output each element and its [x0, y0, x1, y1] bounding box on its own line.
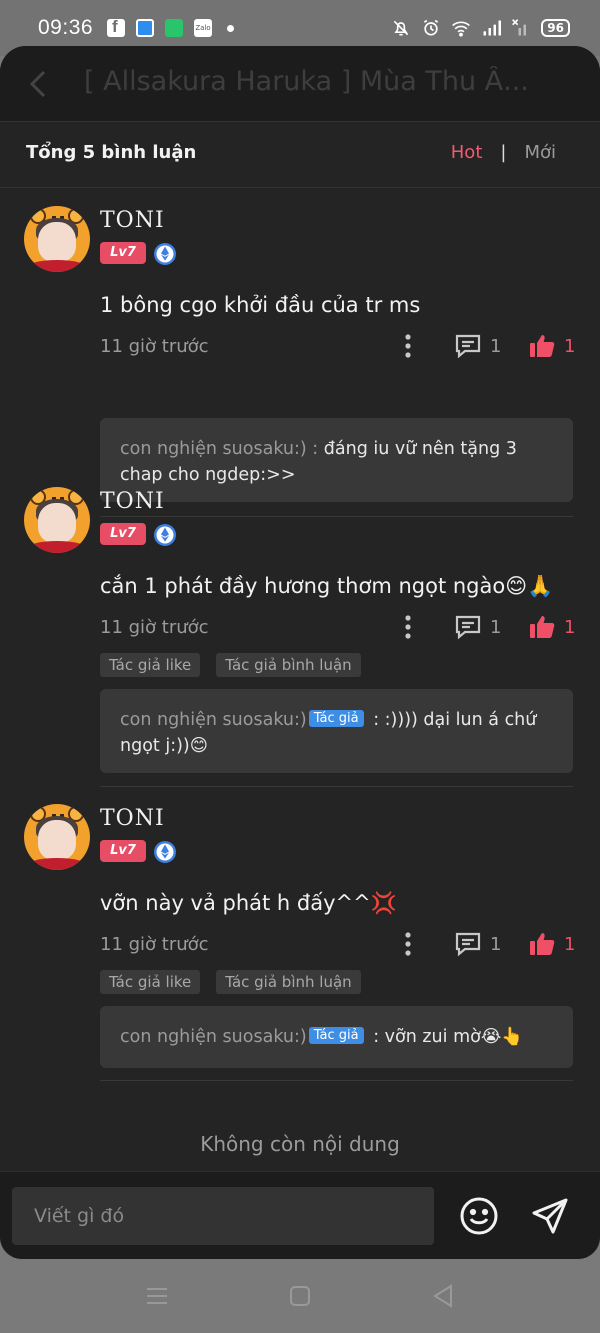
- thumbs-up-icon: [530, 616, 555, 638]
- username[interactable]: TONI: [100, 806, 165, 831]
- comment-tags: Tác giả like Tác giả bình luận: [100, 653, 361, 677]
- username[interactable]: TONI: [100, 489, 165, 514]
- reply-author: con nghiện suosaku:): [120, 710, 307, 730]
- facebook-icon: [107, 17, 125, 37]
- level-badge: Lv7: [100, 840, 146, 862]
- comment-input-bar: [0, 1171, 600, 1259]
- menu-icon[interactable]: [144, 1283, 170, 1309]
- reply-count: 1: [490, 616, 502, 638]
- comments-count-bar: Tổng 5 bình luận Hot | Mới: [0, 122, 600, 188]
- alarm-icon: [424, 19, 439, 36]
- home-icon[interactable]: [287, 1283, 313, 1309]
- author-commented-tag: Tác giả bình luận: [216, 970, 361, 994]
- comment-text: cắn 1 phát đầy hương thơm ngọt ngào😊🙏: [100, 574, 554, 598]
- sort-new-tab[interactable]: Mới: [524, 142, 556, 163]
- more-options-icon[interactable]: [396, 614, 420, 640]
- sort-tabs: Hot | Mới: [451, 142, 556, 163]
- comment-time: 11 giờ trước: [100, 336, 209, 357]
- author-liked-tag: Tác giả like: [100, 970, 201, 994]
- back-button[interactable]: [22, 66, 56, 102]
- avatar[interactable]: [24, 206, 90, 272]
- sort-hot-tab[interactable]: Hot: [451, 142, 483, 163]
- reply-author: con nghiện suosaku:): [120, 1027, 307, 1047]
- comment-item: TONI Lv7 1 bông cgo khởi đầu của tr ms 1…: [0, 206, 600, 517]
- avatar[interactable]: [24, 804, 90, 870]
- reply-count: 1: [490, 933, 502, 955]
- username[interactable]: TONI: [100, 208, 165, 233]
- level-badge: Lv7: [100, 523, 146, 545]
- comment-time: 11 giờ trước: [100, 617, 209, 638]
- author-liked-tag: Tác giả like: [100, 653, 201, 677]
- like-count: 1: [564, 616, 576, 638]
- comment-divider: [100, 1080, 573, 1081]
- wifi-icon: [452, 21, 471, 37]
- ethereum-badge-icon: [154, 841, 176, 863]
- avatar[interactable]: [24, 487, 90, 553]
- comment-input[interactable]: [12, 1187, 434, 1245]
- reply-button[interactable]: 1: [454, 332, 501, 360]
- like-count: 1: [564, 933, 576, 955]
- bell-off-icon: [394, 20, 409, 36]
- reply-button[interactable]: 1: [454, 930, 501, 958]
- comment-text: 1 bông cgo khởi đầu của tr ms: [100, 293, 421, 317]
- comment-divider: [100, 786, 573, 787]
- thumbs-up-icon: [530, 933, 555, 955]
- top-bar: [ Allsakura Haruka ] Mùa Thu Ấ...: [0, 46, 600, 122]
- send-icon[interactable]: [530, 1196, 570, 1236]
- zalo-icon: Zalo: [194, 19, 212, 37]
- reply-button[interactable]: 1: [454, 613, 501, 641]
- like-button[interactable]: 1: [528, 930, 575, 958]
- sort-separator: |: [500, 142, 507, 163]
- comment-tags: Tác giả like Tác giả bình luận: [100, 970, 361, 994]
- reply-preview[interactable]: con nghiện suosaku:) Tác giả : vỡn zui mờ…: [100, 1006, 573, 1068]
- author-tag: Tác giả: [308, 710, 364, 727]
- battery-icon: 96: [541, 19, 570, 37]
- reply-count: 1: [490, 335, 502, 357]
- ethereum-badge-icon: [154, 243, 176, 265]
- comments-total: Tổng 5 bình luận: [26, 142, 197, 163]
- thumbs-up-icon: [530, 335, 555, 357]
- signal-x-icon: [512, 19, 527, 36]
- notification-dot: [227, 25, 234, 32]
- comment-icon: [455, 334, 481, 359]
- emoji-icon[interactable]: [459, 1196, 499, 1236]
- comment-text: vỡn này vả phát h đấy^^💢: [100, 891, 397, 915]
- comment-time: 11 giờ trước: [100, 934, 209, 955]
- author-tag: Tác giả: [308, 1027, 364, 1044]
- status-time: 09:36: [38, 16, 94, 39]
- reply-author: con nghiện suosaku:) :: [120, 439, 319, 459]
- page-title: [ Allsakura Haruka ] Mùa Thu Ấ...: [84, 66, 529, 97]
- comments-panel: [ Allsakura Haruka ] Mùa Thu Ấ... Tổng 5…: [0, 46, 600, 1259]
- notes-icon: [136, 19, 154, 37]
- more-options-icon[interactable]: [396, 931, 420, 957]
- comment-item: TONI Lv7 vỡn này vả phát h đấy^^💢 11 giờ…: [0, 804, 600, 1104]
- system-nav-bar: [0, 1259, 600, 1333]
- comment-icon: [455, 615, 481, 640]
- comment-item: TONI Lv7 cắn 1 phát đầy hương thơm ngọt …: [0, 487, 600, 807]
- like-button[interactable]: 1: [528, 613, 575, 641]
- ethereum-badge-icon: [154, 524, 176, 546]
- level-badge: Lv7: [100, 242, 146, 264]
- green-app-icon: [165, 19, 183, 37]
- reply-preview[interactable]: con nghiện suosaku:) Tác giả : :)))) dại …: [100, 689, 573, 773]
- signal-icon: [483, 20, 502, 36]
- more-options-icon[interactable]: [396, 333, 420, 359]
- like-count: 1: [564, 335, 576, 357]
- back-icon[interactable]: [430, 1283, 456, 1309]
- no-more-content-label: Không còn nội dung: [200, 1132, 400, 1156]
- comment-icon: [455, 932, 481, 957]
- author-commented-tag: Tác giả bình luận: [216, 653, 361, 677]
- reply-text: : vỡn zui mờ😭👆: [373, 1027, 524, 1047]
- like-button[interactable]: 1: [528, 332, 575, 360]
